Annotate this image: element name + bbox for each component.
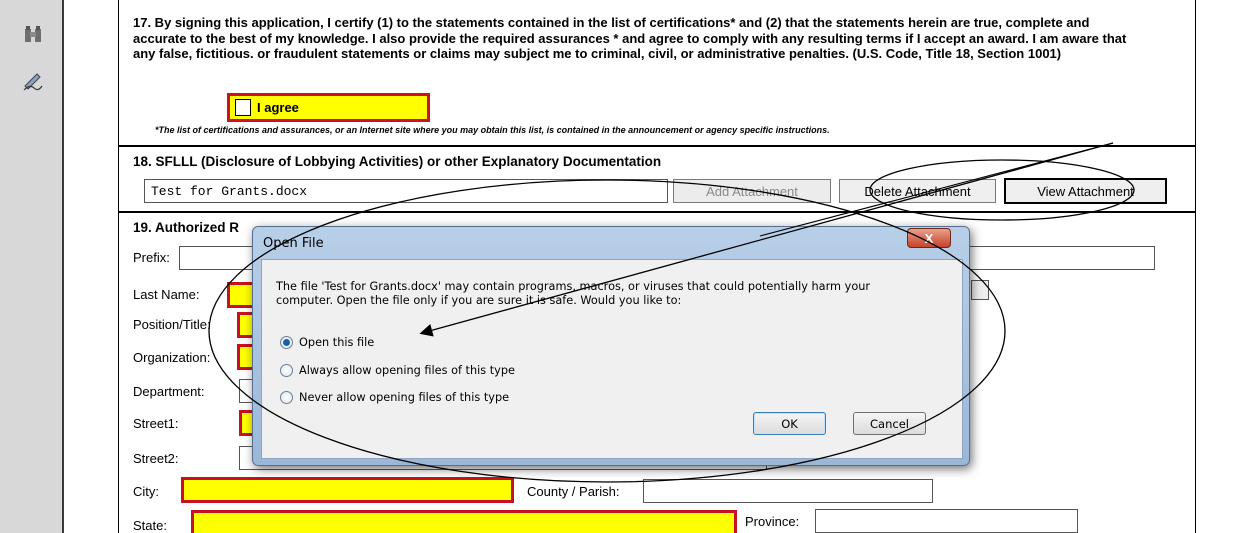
- last-name-label: Last Name:: [133, 287, 200, 302]
- agree-label: I agree: [257, 100, 299, 115]
- province-label: Province:: [745, 514, 800, 529]
- right-gutter: [1196, 0, 1257, 533]
- option-open-this-file[interactable]: Open this file: [280, 336, 374, 349]
- dialog-body: The file 'Test for Grants.docx' may cont…: [261, 259, 963, 459]
- option-label: Never allow opening files of this type: [299, 391, 510, 404]
- county-field[interactable]: [643, 479, 933, 503]
- agree-checkbox-field[interactable]: I agree: [227, 93, 430, 122]
- option-never-allow[interactable]: Never allow opening files of this type: [280, 391, 509, 404]
- open-file-dialog[interactable]: Open File X The file 'Test for Grants.do…: [252, 226, 970, 466]
- prefix-field[interactable]: [179, 246, 259, 270]
- certification-footnote: *The list of certifications and assuranc…: [155, 125, 830, 135]
- sign-pen-icon[interactable]: [20, 68, 46, 94]
- add-attachment-button[interactable]: Add Attachment: [673, 179, 831, 203]
- city-field[interactable]: [181, 477, 514, 503]
- view-attachment-button[interactable]: View Attachment: [1004, 178, 1167, 204]
- street1-label: Street1:: [133, 416, 179, 431]
- prefix-label: Prefix:: [133, 250, 170, 265]
- province-field[interactable]: [815, 509, 1078, 533]
- certification-text: 17. By signing this application, I certi…: [133, 15, 1127, 61]
- state-label: State:: [133, 518, 167, 533]
- ok-button[interactable]: OK: [753, 412, 826, 435]
- divider: [119, 211, 1195, 213]
- radio-icon[interactable]: [280, 391, 293, 404]
- option-label: Open this file: [299, 336, 375, 349]
- middle-name-field[interactable]: [969, 246, 1155, 270]
- street2-label: Street2:: [133, 451, 179, 466]
- dialog-title: Open File: [263, 236, 324, 251]
- option-always-allow[interactable]: Always allow opening files of this type: [280, 364, 515, 377]
- county-label: County / Parish:: [527, 484, 620, 499]
- agree-checkbox[interactable]: [235, 99, 251, 116]
- left-toolbar: [0, 0, 64, 533]
- attachment-filename-field[interactable]: Test for Grants.docx: [144, 179, 668, 203]
- dialog-message: The file 'Test for Grants.docx' may cont…: [276, 280, 871, 307]
- binoculars-icon[interactable]: [20, 22, 46, 48]
- section-18-title: 18. SFLLL (Disclosure of Lobbying Activi…: [133, 154, 662, 169]
- divider: [119, 145, 1195, 147]
- organization-label: Organization:: [133, 350, 211, 365]
- option-label: Always allow opening files of this type: [299, 364, 515, 377]
- section-19-title: 19. Authorized R: [133, 220, 240, 235]
- radio-icon[interactable]: [280, 364, 293, 377]
- position-title-label: Position/Title:: [133, 317, 211, 332]
- state-field[interactable]: [191, 510, 737, 533]
- close-button[interactable]: X: [907, 228, 951, 248]
- suffix-dropdown[interactable]: [971, 280, 989, 300]
- delete-attachment-button[interactable]: Delete Attachment: [839, 179, 996, 203]
- radio-selected-icon[interactable]: [280, 336, 293, 349]
- department-label: Department:: [133, 384, 205, 399]
- cancel-button[interactable]: Cancel: [853, 412, 926, 435]
- city-label: City:: [133, 484, 159, 499]
